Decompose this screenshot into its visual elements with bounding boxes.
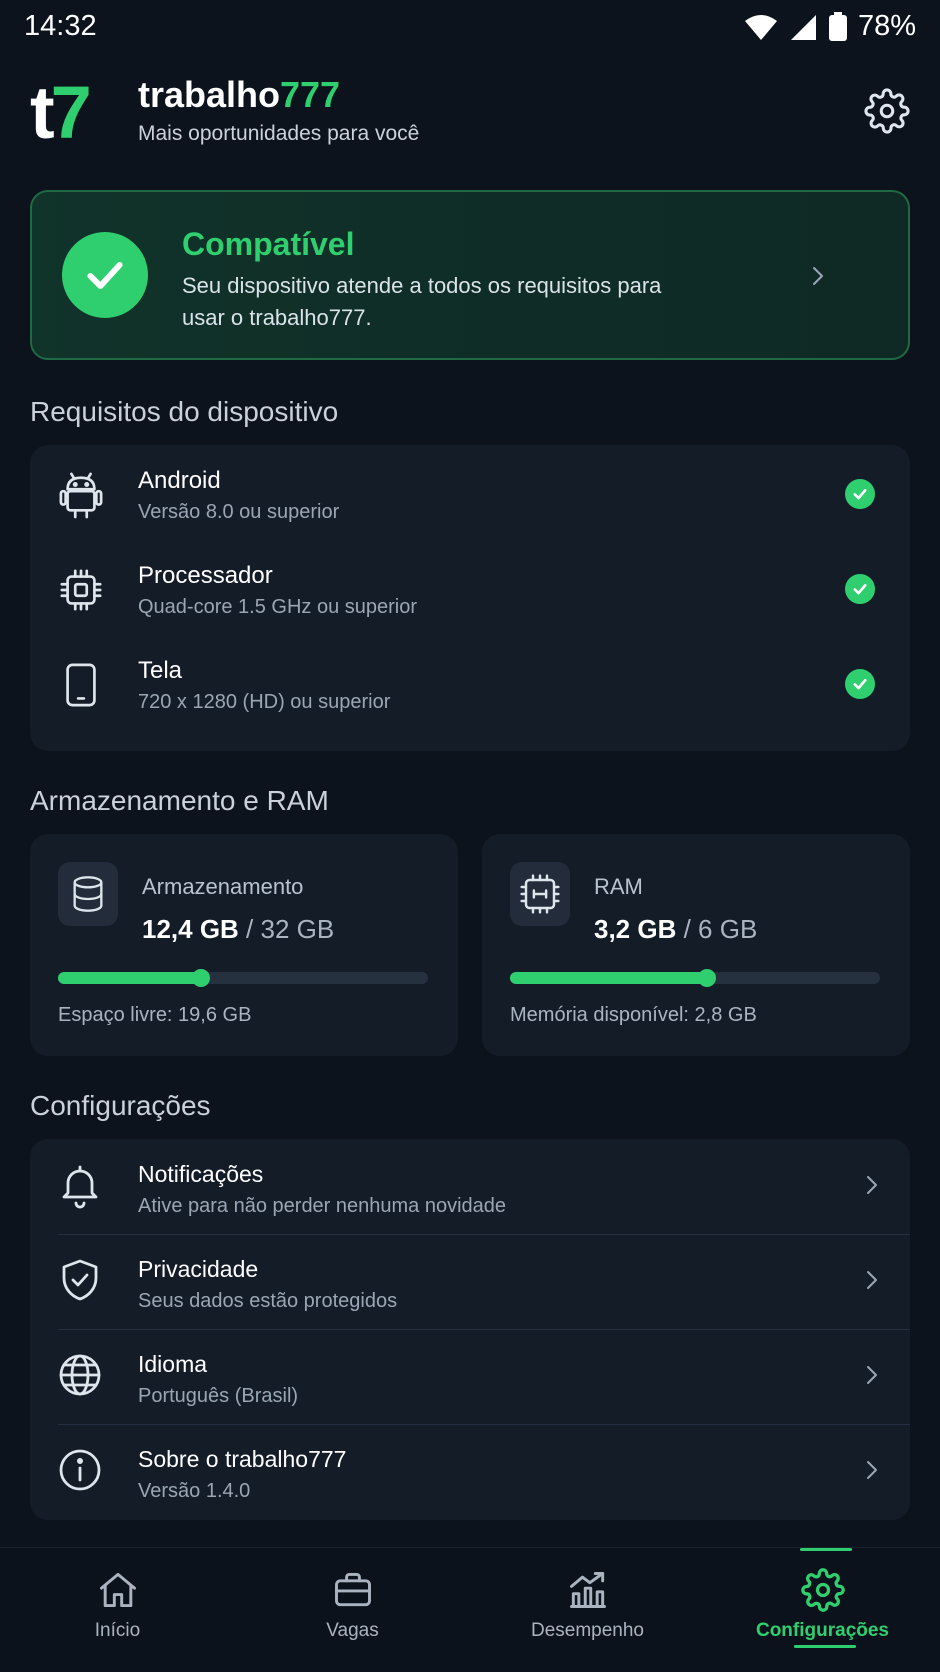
ram-total: 6 GB bbox=[698, 914, 758, 944]
requirement-android: Android Versão 8.0 ou superior bbox=[30, 445, 910, 540]
requirement-title: Processador bbox=[138, 562, 273, 589]
settings-item-notifications[interactable]: Notificações Ative para não perder nenhu… bbox=[30, 1139, 910, 1234]
nav-label: Início bbox=[94, 1620, 141, 1641]
phone-icon bbox=[66, 663, 96, 707]
chevron-right-icon bbox=[867, 1176, 877, 1194]
status-time: 14:32 bbox=[24, 10, 97, 42]
requirement-title: Android bbox=[138, 467, 221, 494]
settings-section-title: Configurações bbox=[30, 1090, 211, 1121]
storage-card: Armazenamento 12,4 GB / 32 GB Espaço liv… bbox=[30, 834, 458, 1056]
database-icon bbox=[58, 862, 118, 926]
app-name: trabalho777 bbox=[138, 74, 340, 116]
storage-label: Armazenamento bbox=[142, 874, 304, 899]
storage-progress-bar bbox=[58, 969, 428, 987]
ram-progress-bar bbox=[510, 969, 880, 987]
storage-total: 32 GB bbox=[260, 914, 335, 944]
chart-icon bbox=[570, 1572, 606, 1608]
status-icons: 78% bbox=[744, 10, 916, 43]
android-icon bbox=[59, 472, 103, 519]
bell-icon bbox=[62, 1165, 98, 1209]
bottom-navigation: Início Vagas Desempenho Configurações bbox=[0, 1547, 940, 1672]
settings-button[interactable] bbox=[864, 88, 910, 134]
chevron-right-icon bbox=[867, 1271, 877, 1289]
app-tagline: Mais oportunidades para você bbox=[138, 122, 420, 145]
ram-used: 3,2 GB bbox=[594, 914, 677, 944]
compatibility-description: Seu dispositivo atende a todos os requis… bbox=[182, 273, 662, 330]
check-circle-icon bbox=[62, 232, 148, 318]
settings-card: Notificações Ative para não perder nenhu… bbox=[30, 1139, 910, 1520]
check-icon bbox=[845, 479, 875, 509]
settings-item-subtitle: Ative para não perder nenhuma novidade bbox=[138, 1195, 507, 1217]
settings-item-subtitle: Seus dados estão protegidos bbox=[138, 1290, 398, 1312]
logo-t: t bbox=[30, 71, 55, 154]
progress-fill bbox=[510, 972, 708, 984]
requirement-subtitle: 720 x 1280 (HD) ou superior bbox=[138, 691, 391, 713]
requirement-subtitle: Versão 8.0 ou superior bbox=[138, 501, 340, 523]
storage-section-title: Armazenamento e RAM bbox=[30, 785, 329, 816]
ram-label: RAM bbox=[594, 874, 643, 899]
memory-chip-icon bbox=[510, 862, 570, 926]
requirement-title: Tela bbox=[138, 657, 183, 684]
gear-icon bbox=[801, 1568, 845, 1612]
logo-7: 7 bbox=[50, 71, 92, 154]
chevron-right-icon bbox=[813, 267, 823, 285]
cpu-icon bbox=[60, 569, 102, 611]
briefcase-icon bbox=[335, 1572, 371, 1607]
storage-separator: / bbox=[238, 914, 261, 944]
progress-knob bbox=[192, 969, 211, 987]
requirement-processor: Processador Quad-core 1.5 GHz ou superio… bbox=[30, 540, 910, 635]
settings-item-title: Privacidade bbox=[138, 1256, 259, 1282]
storage-free-text: Espaço livre: 19,6 GB bbox=[58, 1004, 252, 1026]
shield-icon bbox=[62, 1259, 98, 1301]
nav-label: Vagas bbox=[326, 1620, 379, 1641]
check-icon bbox=[845, 574, 875, 604]
check-icon bbox=[845, 669, 875, 699]
status-bar: 14:32 78% bbox=[0, 0, 940, 58]
ram-value: 3,2 GB / 6 GB bbox=[594, 914, 757, 945]
progress-knob bbox=[698, 969, 717, 987]
battery-icon bbox=[828, 11, 847, 41]
nav-label: Desempenho bbox=[530, 1620, 645, 1641]
active-tab-underline bbox=[794, 1645, 856, 1648]
app-logo: t7 bbox=[30, 76, 92, 150]
nav-label: Configurações bbox=[755, 1620, 890, 1641]
wifi-icon bbox=[744, 14, 777, 40]
compatibility-banner[interactable]: Compatível Seu dispositivo atende a todo… bbox=[30, 190, 910, 360]
nav-item-performance[interactable]: Desempenho bbox=[470, 1548, 705, 1672]
settings-item-title: Sobre o trabalho777 bbox=[138, 1446, 347, 1472]
compatibility-title: Compatível bbox=[182, 226, 355, 262]
requirement-subtitle: Quad-core 1.5 GHz ou superior bbox=[138, 596, 418, 618]
settings-item-language[interactable]: Idioma Português (Brasil) bbox=[30, 1329, 910, 1424]
brand-prefix: trabalho bbox=[138, 74, 281, 115]
nav-item-settings[interactable]: Configurações bbox=[705, 1548, 940, 1672]
settings-item-title: Notificações bbox=[138, 1161, 264, 1187]
chevron-right-icon bbox=[867, 1461, 877, 1479]
settings-item-subtitle: Português (Brasil) bbox=[138, 1385, 299, 1407]
requirement-screen: Tela 720 x 1280 (HD) ou superior bbox=[30, 635, 910, 730]
home-icon bbox=[100, 1572, 136, 1608]
settings-item-about[interactable]: Sobre o trabalho777 Versão 1.4.0 bbox=[30, 1424, 910, 1519]
app-header: t7 trabalho777 Mais oportunidades para v… bbox=[30, 74, 910, 154]
storage-value: 12,4 GB / 32 GB bbox=[142, 914, 334, 945]
nav-item-home[interactable]: Início bbox=[0, 1548, 235, 1672]
battery-percent: 78% bbox=[857, 10, 916, 42]
progress-fill bbox=[58, 972, 202, 984]
chevron-right-icon bbox=[867, 1366, 877, 1384]
info-icon bbox=[59, 1449, 101, 1491]
settings-item-subtitle: Versão 1.4.0 bbox=[138, 1480, 251, 1502]
storage-used: 12,4 GB bbox=[142, 914, 239, 944]
gear-icon bbox=[864, 88, 910, 134]
ram-available-text: Memória disponível: 2,8 GB bbox=[510, 1004, 757, 1026]
brand-suffix: 777 bbox=[280, 74, 341, 115]
settings-item-privacy[interactable]: Privacidade Seus dados estão protegidos bbox=[30, 1234, 910, 1329]
signal-icon bbox=[790, 14, 816, 40]
ram-separator: / bbox=[676, 914, 699, 944]
requirements-title: Requisitos do dispositivo bbox=[30, 396, 339, 427]
globe-icon bbox=[59, 1354, 101, 1396]
requirements-card: Android Versão 8.0 ou superior Processad… bbox=[30, 445, 910, 751]
nav-item-jobs[interactable]: Vagas bbox=[235, 1548, 470, 1672]
settings-item-title: Idioma bbox=[138, 1351, 208, 1377]
ram-card: RAM 3,2 GB / 6 GB Memória disponível: 2,… bbox=[482, 834, 910, 1056]
